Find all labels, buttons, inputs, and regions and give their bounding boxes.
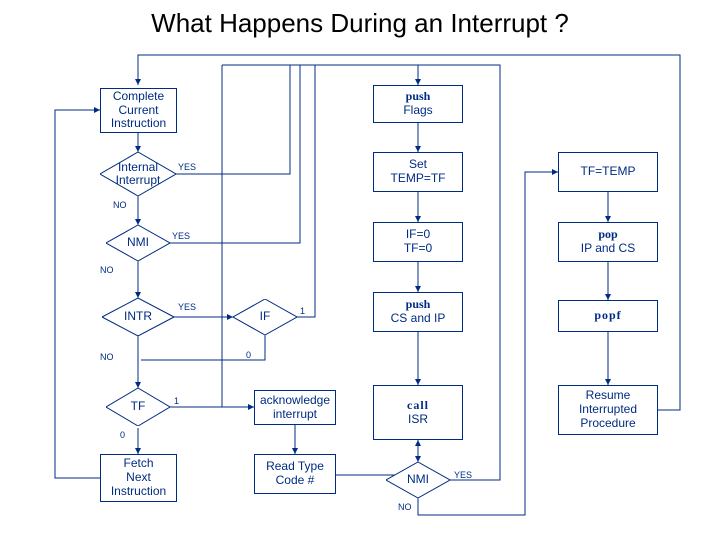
node-resume-interrupted-procedure: Resume Interrupted Procedure: [558, 385, 658, 435]
node-pop-ip-cs: pop IP and CS: [558, 222, 658, 262]
text: Complete: [113, 90, 164, 104]
node-intr: INTR: [102, 298, 174, 336]
node-tf: TF: [106, 388, 170, 426]
text: push: [406, 298, 431, 312]
text: call: [407, 399, 429, 413]
label-no: NO: [398, 502, 412, 512]
text: ISR: [408, 413, 428, 427]
label-no: NO: [113, 200, 127, 210]
node-if: IF: [233, 299, 297, 335]
node-tf-temp: TF=TEMP: [558, 152, 658, 192]
text: IF: [260, 310, 271, 323]
text: push: [406, 90, 431, 104]
text: Fetch: [123, 457, 153, 471]
label-yes: YES: [178, 162, 196, 172]
text: TF=TEMP: [580, 165, 635, 179]
node-nmi: NMI: [106, 225, 170, 261]
text: TEMP=TF: [390, 172, 445, 186]
text: pop: [598, 228, 617, 242]
text: Flags: [403, 104, 432, 118]
text: Set: [409, 158, 427, 172]
text: popf: [594, 309, 621, 323]
text: Instruction: [111, 117, 166, 131]
node-if0-tf0: IF=0 TF=0: [373, 222, 463, 262]
text: Resume: [586, 389, 631, 403]
node-acknowledge-interrupt: acknowledge interrupt: [254, 390, 336, 425]
diagram-title: What Happens During an Interrupt ?: [0, 8, 720, 39]
text: INTR: [124, 310, 152, 323]
text: Interrupt: [116, 173, 161, 187]
node-fetch-next-instruction: Fetch Next Instruction: [100, 454, 177, 502]
node-read-type-code: Read Type Code #: [254, 454, 336, 494]
label-yes: YES: [172, 231, 190, 241]
label-no: NO: [100, 352, 114, 362]
node-call-isr: call ISR: [373, 385, 463, 440]
text: Current: [118, 104, 158, 118]
text: Procedure: [580, 417, 635, 431]
text: NMI: [407, 473, 429, 486]
text: CS and IP: [391, 312, 446, 326]
text: interrupt: [273, 408, 317, 422]
node-complete-current-instruction: Complete Current Instruction: [100, 88, 177, 133]
text: Next: [126, 471, 151, 485]
node-internal-interrupt: InternalInterrupt: [100, 152, 176, 196]
node-popf: popf: [558, 300, 658, 332]
text: TF=0: [404, 242, 432, 256]
text: Read Type: [266, 460, 324, 474]
text: Interrupted: [579, 403, 637, 417]
node-push-cs-ip: push CS and IP: [373, 292, 463, 332]
label-no: NO: [100, 265, 114, 275]
label-zero: 0: [120, 430, 125, 440]
text: TF: [131, 400, 146, 413]
label-yes: YES: [178, 302, 196, 312]
text: NMI: [127, 236, 149, 249]
node-set-temp-tf: Set TEMP=TF: [373, 152, 463, 192]
label-one: 1: [300, 306, 305, 316]
label-zero: 0: [246, 350, 251, 360]
text: Code #: [276, 474, 315, 488]
text: Internal: [118, 160, 158, 174]
text: IP and CS: [581, 242, 635, 256]
label-yes: YES: [454, 470, 472, 480]
node-push-flags: push Flags: [373, 85, 463, 123]
node-nmi-2: NMI: [386, 462, 450, 498]
text: acknowledge: [260, 394, 330, 408]
label-one: 1: [174, 396, 179, 406]
text: IF=0: [406, 228, 430, 242]
text: Instruction: [111, 485, 166, 499]
